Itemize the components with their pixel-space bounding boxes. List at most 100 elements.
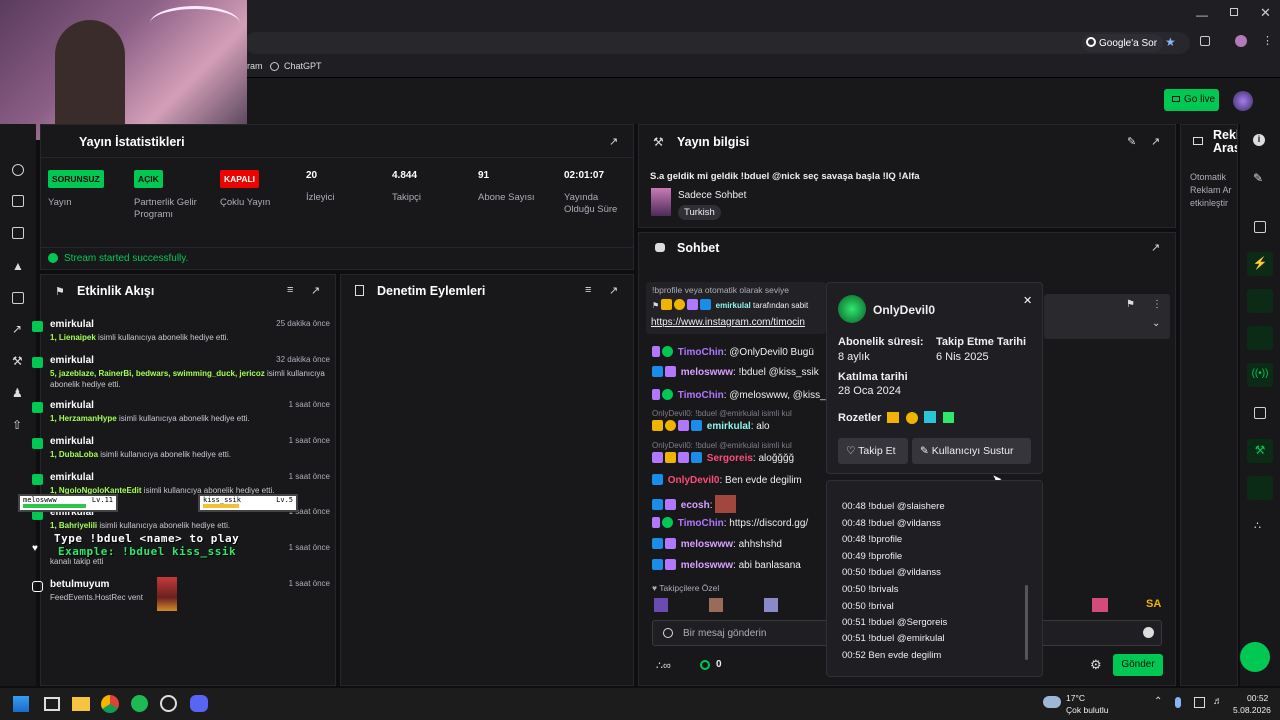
language-tag[interactable]: Turkish (678, 205, 721, 220)
wrench-icon[interactable]: ⚒ (12, 354, 23, 368)
clock-date[interactable]: 5.08.2026 (1233, 705, 1271, 715)
close-icon[interactable]: ✕ (1023, 294, 1032, 307)
clipboard-icon[interactable] (1247, 289, 1273, 313)
chrome-icon[interactable] (101, 695, 119, 713)
emote-image[interactable] (654, 598, 668, 612)
obs-icon[interactable] (160, 695, 177, 712)
category-thumbnail[interactable] (651, 188, 671, 216)
crown-badge-icon (665, 452, 676, 463)
tools-icon[interactable]: ⚒ (1247, 439, 1273, 463)
pencil-icon[interactable]: ✎ (1253, 171, 1263, 185)
filter-icon[interactable]: ≡ (585, 284, 591, 296)
alien-badge-icon (678, 420, 689, 431)
video-icon[interactable] (12, 292, 24, 304)
send-button[interactable]: Gönder (1113, 654, 1163, 676)
minimize-icon[interactable]: — (1196, 8, 1208, 22)
feed-time: 1 saat önce (288, 472, 330, 481)
filter-icon[interactable]: ≡ (287, 284, 293, 296)
link-icon[interactable] (12, 164, 24, 176)
emoji-icon[interactable] (1143, 627, 1154, 638)
points-icon (700, 660, 710, 670)
chat-settings-icon[interactable]: ⚙ (1090, 657, 1102, 673)
follow-button[interactable]: ♡ Takip Et (838, 438, 908, 464)
address-bar[interactable] (245, 32, 1190, 54)
temperature: 17°C (1066, 693, 1085, 703)
user-card-avatar (838, 295, 866, 323)
printer-icon[interactable] (1254, 407, 1266, 419)
popout-icon[interactable]: ↗ (311, 284, 320, 297)
webcam-overlay (0, 0, 247, 140)
more-icon[interactable]: ⋮ (1152, 299, 1162, 310)
weather-text: Çok bulutlu (1066, 705, 1109, 715)
mute-user-button[interactable]: ✎ Kullanıcıyı Sustur (912, 438, 1031, 464)
expand-icon[interactable] (1254, 221, 1266, 233)
pixel-character (157, 577, 177, 611)
popout-icon[interactable]: ↗ (609, 135, 618, 148)
browser-window-icon[interactable] (12, 195, 24, 207)
tray-chevron-icon[interactable]: ⌃ (1154, 696, 1162, 707)
file-explorer-icon[interactable] (72, 697, 90, 711)
windows-start-icon[interactable] (13, 696, 29, 712)
task-view-icon[interactable] (44, 697, 60, 711)
chatgpt-icon (270, 62, 279, 71)
chat-badge-icon (663, 628, 673, 638)
bolt-icon[interactable]: ⚡ (1247, 252, 1273, 276)
chat-reply-context: OnlyDevil0: !bduel @emirkulal isimli kul (652, 409, 792, 418)
extensions-icon[interactable] (1200, 36, 1210, 46)
user-avatar[interactable] (1233, 91, 1253, 111)
channel-points-icon[interactable]: ∴∞ (656, 659, 671, 672)
user-card-username[interactable]: OnlyDevil0 (873, 303, 935, 317)
analytics-icon[interactable] (12, 227, 24, 239)
trophy-icon[interactable]: ▲ (12, 259, 24, 273)
discord-icon[interactable] (190, 695, 208, 712)
chat-message: emirkulal: alo (652, 420, 770, 432)
popout-icon[interactable]: ↗ (609, 284, 618, 297)
upload-icon[interactable]: ⇧ (12, 418, 22, 432)
volume-icon[interactable]: ♬ (1213, 696, 1223, 707)
broadcast-icon[interactable]: ((•)) (1247, 363, 1273, 387)
chat-message: Sergoreis: aloğğğğ (652, 452, 794, 464)
spotify-icon[interactable] (131, 695, 148, 712)
close-window-icon[interactable]: ✕ (1260, 5, 1271, 21)
bookmark-star-icon[interactable]: ★ (1165, 35, 1176, 49)
chart-line-icon[interactable]: ↗ (12, 322, 22, 336)
info-icon[interactable]: i (1253, 134, 1265, 146)
popout-icon[interactable]: ↗ (1151, 135, 1160, 148)
sub-badge-icon (652, 366, 663, 377)
stat-subscribers: 91 Abone Sayısı (478, 170, 535, 204)
webcam-lightstrip (150, 6, 240, 41)
sub-badge-icon (652, 499, 663, 510)
bookmark-gram[interactable]: ram (247, 61, 263, 71)
chevron-down-icon[interactable]: ⌄ (1152, 318, 1160, 329)
coin-badge-icon (665, 420, 676, 431)
emote-image[interactable] (1092, 598, 1108, 612)
browser-menu-icon[interactable]: ⋮ (1262, 34, 1273, 47)
chat-message: meloswww: ahhshshd (652, 538, 782, 550)
layout-icon[interactable] (1247, 476, 1273, 500)
support-icon[interactable] (1240, 642, 1270, 672)
users-icon[interactable]: ♟ (12, 386, 23, 400)
mic-icon[interactable] (1175, 697, 1181, 708)
share-icon[interactable]: ∴ (1254, 519, 1261, 532)
restore-icon[interactable] (1230, 8, 1238, 16)
chat-bubble-icon[interactable] (1247, 326, 1273, 350)
clock-time[interactable]: 00:52 (1247, 693, 1268, 703)
log-scrollbar[interactable] (1025, 585, 1028, 660)
pin-icon[interactable]: ⚑ (1126, 299, 1135, 310)
edit-icon[interactable]: ✎ (1127, 135, 1136, 148)
bookmark-chatgpt[interactable]: ChatGPT (284, 61, 322, 71)
log-entry: 00:48 !bduel @slaishere (842, 501, 945, 512)
sub-duration-label: Abonelik süresi: (838, 336, 924, 348)
emote-image[interactable] (709, 598, 723, 612)
profile-avatar[interactable] (1235, 35, 1247, 47)
alien-badge-icon (665, 499, 676, 510)
go-live-button[interactable]: Go live (1164, 89, 1219, 111)
category-name[interactable]: Sadece Sohbet (678, 190, 746, 201)
popout-icon[interactable]: ↗ (1151, 241, 1160, 254)
pinned-link[interactable]: https://www.instagram.com/timocin (651, 317, 816, 328)
stat-followers: 4.844 Takipçi (392, 170, 421, 204)
google-search-button[interactable]: Google'a Sor (1082, 34, 1164, 52)
emote-image[interactable]: SA (1146, 598, 1162, 612)
emote-image[interactable] (764, 598, 778, 612)
network-icon[interactable] (1194, 697, 1205, 708)
